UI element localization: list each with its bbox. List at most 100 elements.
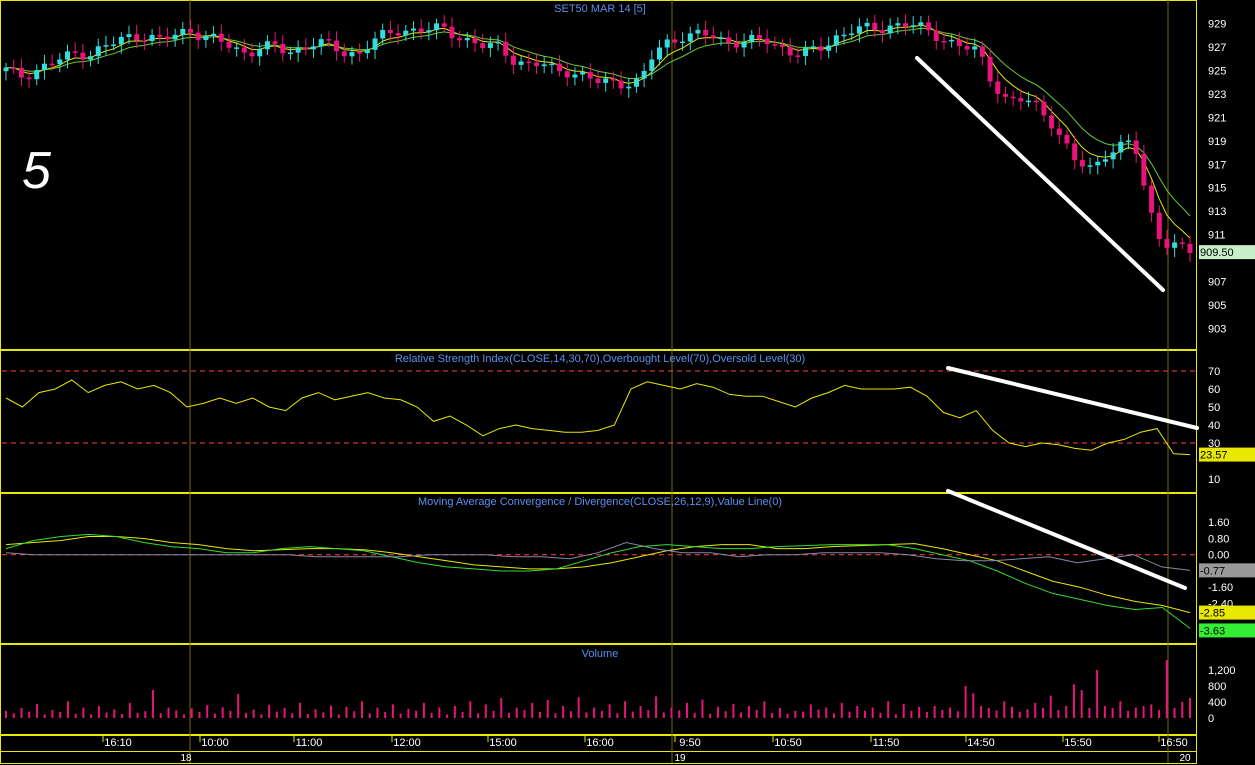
chart-canvas: SET50 MAR 14 [5] Relative Strength Index… — [0, 0, 1255, 764]
volume-bar — [941, 710, 944, 718]
volume-tick: 1,200 — [1208, 665, 1236, 677]
volume-bar — [863, 710, 866, 718]
volume-bar — [167, 707, 170, 718]
price-panel-title: SET50 MAR 14 [5] — [554, 3, 646, 15]
volume-bar — [415, 710, 418, 718]
volume-tick: 800 — [1208, 681, 1226, 693]
candle-body — [1141, 153, 1147, 186]
volume-bar — [20, 708, 23, 718]
candle-body — [434, 23, 440, 31]
volume-bar — [121, 714, 124, 718]
candle — [618, 71, 624, 95]
candle — [572, 67, 578, 86]
candle — [903, 14, 909, 36]
candle-body — [918, 22, 924, 26]
volume-bar — [430, 712, 433, 718]
candle-body — [910, 25, 916, 27]
candle-body — [226, 41, 232, 48]
candle-body — [395, 33, 401, 36]
candle — [503, 32, 509, 63]
candle — [626, 78, 632, 98]
price-tick: 925 — [1208, 66, 1226, 78]
candle-body — [172, 34, 178, 40]
candle-body — [833, 35, 839, 46]
volume-bar — [399, 713, 402, 718]
date-label: 18 — [180, 753, 192, 764]
macd-trend-line — [946, 489, 1187, 590]
volume-bar — [144, 711, 147, 718]
candle-body — [80, 52, 86, 60]
candle-body — [557, 63, 563, 72]
volume-bar — [747, 706, 750, 718]
volume-bar — [66, 701, 69, 718]
volume-bar — [771, 712, 774, 718]
candle-body — [164, 36, 170, 40]
volume-bar — [229, 710, 232, 718]
candle — [80, 43, 86, 69]
ma-slow-line — [5, 27, 1191, 217]
candle-body — [326, 39, 332, 41]
candle — [1125, 134, 1131, 150]
candle — [3, 62, 9, 81]
volume-bar — [1181, 702, 1184, 718]
candle-body — [203, 36, 209, 40]
price-last-value: 909.50 — [1200, 247, 1234, 259]
candle-body — [1079, 160, 1085, 167]
volume-bar — [1003, 701, 1006, 718]
volume-bar — [655, 696, 658, 718]
price-tick: 917 — [1208, 159, 1226, 171]
price-panel-frame — [0, 0, 1197, 350]
candle — [434, 18, 440, 40]
candle — [41, 54, 47, 80]
volume-bar — [213, 713, 216, 718]
volume-bar — [422, 702, 425, 718]
volume-bar — [128, 702, 131, 718]
candle — [887, 18, 893, 39]
candle-body — [649, 59, 655, 71]
volume-bar — [314, 709, 317, 718]
volume-bar — [508, 712, 511, 718]
candle — [303, 38, 309, 56]
candle — [741, 33, 747, 57]
volume-bar — [43, 714, 46, 718]
candle-body — [1149, 185, 1155, 213]
candle-body — [1125, 140, 1131, 143]
candle-body — [941, 40, 947, 43]
candle-body — [126, 34, 132, 38]
candle-body — [995, 81, 1001, 94]
candle-body — [695, 29, 701, 34]
volume-bar — [840, 702, 843, 718]
candle — [733, 33, 739, 53]
volume-bar — [1134, 707, 1137, 718]
candle — [180, 22, 186, 45]
candle-body — [741, 41, 747, 48]
candle — [1164, 229, 1170, 255]
volume-bar — [600, 710, 603, 718]
candle-body — [710, 35, 716, 38]
candle — [580, 66, 586, 82]
candle-body — [933, 30, 939, 41]
candle-body — [1102, 159, 1108, 162]
candle-body — [264, 41, 270, 50]
volume-bar — [639, 706, 642, 718]
candle-body — [1172, 242, 1178, 248]
trend-lines — [915, 56, 1199, 590]
candle — [218, 24, 224, 52]
candle-body — [287, 52, 293, 55]
price-candles — [3, 14, 1193, 262]
time-label: 15:00 — [489, 737, 517, 749]
volume-bar — [1080, 690, 1083, 718]
candle — [687, 26, 693, 51]
candle-body — [372, 38, 378, 50]
candle — [272, 32, 278, 53]
volume-bar — [670, 707, 673, 718]
volume-bar — [871, 707, 874, 718]
volume-bar — [469, 701, 472, 718]
candle-body — [895, 23, 901, 26]
candle — [1002, 86, 1008, 104]
volume-bar — [260, 714, 263, 718]
candle-body — [726, 37, 732, 43]
volume-bar — [206, 705, 209, 718]
volume-bar — [833, 713, 836, 718]
candle-body — [903, 23, 909, 27]
